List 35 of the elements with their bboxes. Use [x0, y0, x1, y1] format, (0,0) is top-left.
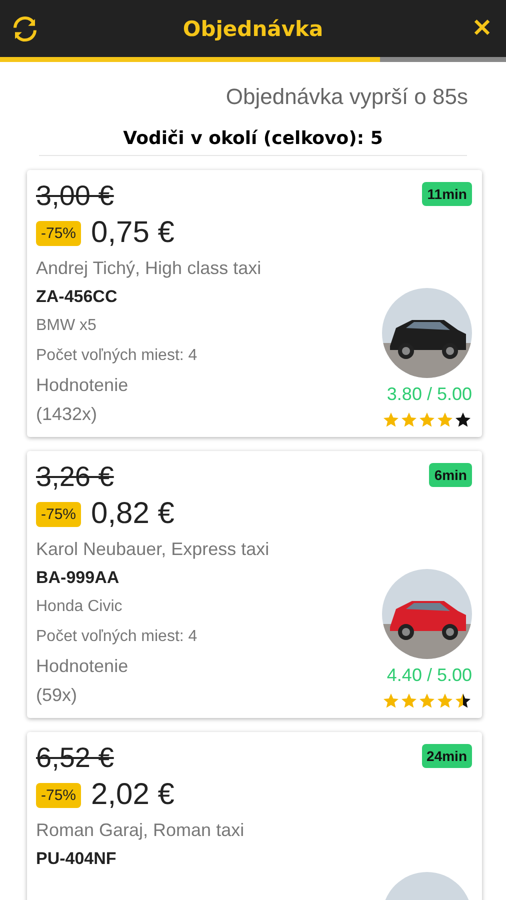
offer-card[interactable]: 3,00 € -75% 0,75 € Andrej Tichý, High class taxi ZA-456CC BMW x5 Počet voľných miest: 4 Hodnotenie (1432x) 11min 3.80 / 5.00: [27, 170, 482, 437]
discount-badge: -75%: [36, 220, 82, 246]
free-seats: Počet voľných miest: 4: [36, 622, 198, 652]
free-seats: Počet voľných miest: 4: [36, 341, 198, 371]
eta-badge: 6min: [429, 463, 472, 487]
eta-badge: 24min: [422, 744, 472, 768]
old-price: 3,26 €: [36, 460, 114, 494]
price: 0,75 €: [91, 216, 174, 250]
car-model: BMW x5: [36, 316, 96, 336]
rating-label: Hodnotenie: [36, 655, 128, 678]
offer-card[interactable]: 3,26 € -75% 0,82 € Karol Neubauer, Express taxi BA-999AA Honda Civic Počet voľných miest: 4 Hodnotenie (59x) 6min 4.40 / 5.00: [27, 451, 482, 718]
discount-badge: -75%: [36, 502, 82, 526]
offer-card[interactable]: 6,52 € -75% 2,02 € Roman Garaj, Roman taxi PU-404NF 24min: [27, 732, 482, 900]
drivers-heading: Vodiči v okolí (celkovo): 5: [39, 110, 467, 156]
discount-badge: -75%: [36, 782, 82, 808]
screen-title: Objednávka: [182, 16, 324, 40]
expiry-text: Objednávka vyprší o 85s: [224, 83, 469, 110]
old-price: 6,52 €: [36, 741, 114, 775]
driver-name: Roman Garaj, Roman taxi: [36, 819, 244, 842]
rating-label: Hodnotenie: [36, 374, 128, 397]
driver-name: Andrej Tichý, High class taxi: [36, 257, 262, 280]
price: 2,02 €: [91, 778, 174, 812]
old-price: 3,00 €: [36, 179, 114, 213]
license-plate: ZA-456CC: [36, 286, 118, 308]
close-button[interactable]: ✕: [468, 12, 496, 45]
eta-badge: 11min: [422, 182, 472, 206]
rating-value: 4.40 / 5.00: [386, 665, 472, 686]
rating-count: (1432x): [36, 403, 98, 426]
license-plate: PU-404NF: [36, 848, 116, 870]
rating-value: 3.80 / 5.00: [386, 384, 472, 405]
price: 0,82 €: [91, 497, 174, 531]
car-model: Honda Civic: [36, 597, 122, 617]
driver-name: Karol Neubauer, Express taxi: [36, 538, 270, 561]
rating-count: (59x): [36, 684, 78, 707]
license-plate: BA-999AA: [36, 567, 120, 589]
